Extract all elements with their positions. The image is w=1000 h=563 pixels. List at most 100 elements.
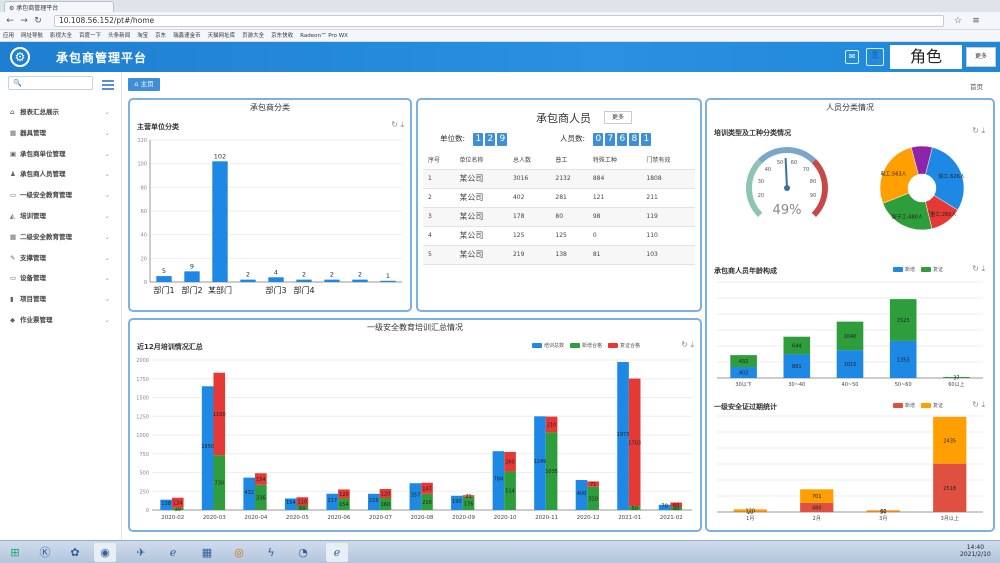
bookmark-item[interactable]: 淘宝 [137,33,148,39]
sidebar-item-label: 承包商单位管理 [20,149,66,158]
clock[interactable]: 14:40 2021/2/10 [960,544,991,558]
slice-label: 架子工:480人 [892,213,923,220]
data-label: 120 [381,492,391,498]
sidebar-item[interactable]: ◆ 作业票管理 ⌄ [0,310,122,330]
app-icon[interactable]: ✿ [64,543,86,562]
sidebar-item[interactable]: ▦ 二级安全教育管理 ⌄ [0,227,122,247]
chart-subtitle: 主营单位分类 [137,123,179,131]
bookmark-item[interactable]: 天猫网址库 [208,33,236,39]
bookmark-item[interactable]: 应用 [3,33,14,39]
table-row[interactable]: 2 某公司 402 281 121 211 [423,188,695,208]
y-tick-label: 100 [137,162,147,168]
legend-label[interactable]: 新增合格 [582,343,602,349]
bookmark-item[interactable]: 瑞鑫速金币 [173,33,201,39]
legend-label[interactable]: 复证 [933,267,943,273]
sidebar-item[interactable]: ▣ 承包商单位管理 ⌄ [0,144,122,164]
avatar-icon[interactable]: 👤 [866,48,884,66]
table-header-cell: 普工 [550,150,588,170]
data-label: 336 [256,495,266,501]
gauge-arc-high [811,159,828,217]
header-more-button[interactable]: 更多 [966,47,996,67]
data-label: 102 [214,152,226,160]
legend-label[interactable]: 新增 [905,267,915,273]
table-cell: 5 [423,245,455,265]
x-tick-label: 2020-08 [411,515,434,521]
legend-label[interactable]: 新增 [905,403,915,409]
chrome-icon[interactable]: ◉ [94,543,116,562]
sidebar-item[interactable]: ▭ 一级安全教育管理 ⌄ [0,185,122,205]
legend-label[interactable]: 复证 [933,403,943,409]
sidebar-item[interactable]: ♟ 承包商人员管理 ⌄ [0,164,122,184]
data-label: 5 [162,267,166,275]
gauge-tick-label: 50 [777,160,783,166]
download-icon[interactable]: ⤓ [981,126,985,135]
bookmark-item[interactable]: 百度一下 [79,33,101,39]
sidebar-item[interactable]: ✎ 支撑管理 ⌄ [0,248,122,268]
legend-label[interactable]: 复证合格 [620,343,640,349]
y-tick-label: 1000 [136,433,149,439]
legend-label[interactable]: 培训总数 [544,343,564,349]
bookmark-item[interactable]: 影视大全 [50,33,72,39]
data-label: 1249 [534,459,547,465]
data-label: 730 [215,481,225,487]
table-row[interactable]: 4 某公司 125 125 0 110 [423,226,695,246]
app-icon[interactable]: Ⓚ [34,543,56,562]
home-tab[interactable]: ⌂ 主页 [128,78,160,91]
people-more-button[interactable]: 更多 [604,111,632,124]
refresh-icon[interactable]: ↻ [391,120,398,129]
ie-icon[interactable]: ℯ [326,543,348,562]
refresh-icon[interactable]: ↻ [681,340,688,349]
table-row[interactable]: 1 某公司 3016 2132 884 1808 [423,169,695,189]
x-tick-label: 2020-04 [244,515,267,521]
gauge-needle [784,157,788,189]
data-label: 310 [588,496,598,502]
table-row[interactable]: 3 某公司 178 80 98 119 [423,207,695,227]
forward-icon[interactable]: → [18,15,30,27]
sidebar-item-label: 项目管理 [20,295,46,304]
bookmark-item[interactable]: 网址导航 [21,33,43,39]
data-label: 217 [328,498,338,504]
age-subtitle: 承包商人员年龄构成 [714,267,777,275]
x-tick-label: 部门1 [153,285,174,295]
app-icon[interactable]: ▦ [196,543,218,562]
table-row[interactable]: 5 某公司 219 138 81 103 [423,245,695,265]
download-icon[interactable]: ⤓ [400,120,404,129]
sidebar-search-input[interactable]: 🔍 [8,76,93,90]
refresh-icon[interactable]: ↻ [972,126,979,135]
menu-icon[interactable]: ≡ [970,15,982,27]
start-icon[interactable]: ⊞ [4,543,26,562]
mail-icon[interactable]: ✉ [845,50,859,64]
building-icon: ▣ [10,149,17,158]
sidebar-item[interactable]: ⌂ 报表汇总展示 ⌄ [0,102,122,122]
download-icon[interactable]: ⤓ [981,264,985,273]
bookmark-item[interactable]: 页游大全 [242,33,264,39]
sidebar-item[interactable]: ▦ 器具管理 ⌄ [0,123,122,143]
app-icon[interactable]: ✈ [130,543,152,562]
browser-tab[interactable]: ⚙ 承包商管理平台 [4,1,114,12]
clock-date: 2021/2/10 [960,551,991,558]
bookmark-item[interactable]: 京东 [155,33,166,39]
firefox-icon[interactable]: ◎ [228,543,250,562]
ie-icon[interactable]: ℯ [162,543,184,562]
star-icon[interactable]: ☆ [952,15,964,27]
bookmark-item[interactable]: Radeon™ Pro WX [300,33,348,39]
chevron-down-icon: ⌄ [104,295,110,304]
app-icon[interactable]: ϟ [260,543,282,562]
back-icon[interactable]: ← [4,15,16,27]
refresh-icon[interactable]: ↻ [972,400,979,409]
legend-swatch [921,403,932,408]
address-bar[interactable]: 10.108.56.152/pt#/home [54,15,944,27]
sidebar-item[interactable]: ▮ 项目管理 ⌄ [0,289,122,309]
home-link[interactable]: 首页 [970,81,983,91]
sidebar-item[interactable]: ▭ 设备管理 ⌄ [0,268,122,288]
reload-icon[interactable]: ↻ [32,15,44,27]
sidebar-item[interactable]: ◭ 培训管理 ⌄ [0,206,122,226]
bookmark-item[interactable]: 京东快收 [271,33,293,39]
download-icon[interactable]: ⤓ [981,400,985,409]
refresh-icon[interactable]: ↻ [972,264,979,273]
bookmark-item[interactable]: 头条新闻 [108,33,130,39]
app-icon[interactable]: ◔ [292,543,314,562]
download-icon[interactable]: ⤓ [690,340,694,349]
data-label: 30 [175,507,181,513]
menu-toggle-icon[interactable] [102,80,114,90]
